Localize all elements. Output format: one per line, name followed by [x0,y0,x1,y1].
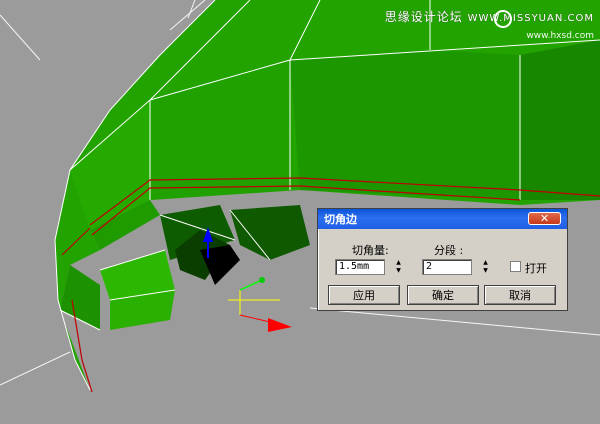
spinner-down-icon[interactable]: ▼ [394,267,403,275]
chamfer-amount-label: 切角量: [352,244,389,257]
spinner-up-icon[interactable]: ▲ [481,259,490,267]
dialog-title: 切角边 [324,213,357,226]
segments-spinner[interactable]: ▲ ▼ [481,259,490,275]
spinner-up-icon[interactable]: ▲ [394,259,403,267]
watermark-logo-icon [494,10,512,28]
chamfer-amount-field[interactable]: 1.5mm [335,259,385,275]
watermark: 思缘设计论坛 WWW.MISSYUAN.COM www.hxsd.com [385,8,594,41]
green-mesh-object[interactable] [54,0,600,393]
chamfer-amount-spinner[interactable]: ▲ ▼ [394,259,403,275]
apply-button[interactable]: 应用 [328,285,400,305]
open-checkbox-label: 打开 [525,262,547,275]
spinner-down-icon[interactable]: ▼ [481,267,490,275]
watermark-url-secondary: www.hxsd.com [526,31,594,41]
watermark-site-name: 思缘设计论坛 [384,10,463,24]
segments-field[interactable]: 2 [422,259,472,275]
open-checkbox[interactable] [510,261,521,272]
ok-button[interactable]: 确定 [407,285,479,305]
cancel-button[interactable]: 取消 [484,285,556,305]
watermark-url: WWW.MISSYUAN.COM [467,13,594,24]
segments-label: 分段 : [434,244,464,257]
chamfer-edge-dialog: 切角边 ✕ 切角量: 分段 : 1.5mm ▲ ▼ 2 ▲ ▼ 打开 应用 确定… [317,208,568,311]
close-button[interactable]: ✕ [528,212,561,225]
